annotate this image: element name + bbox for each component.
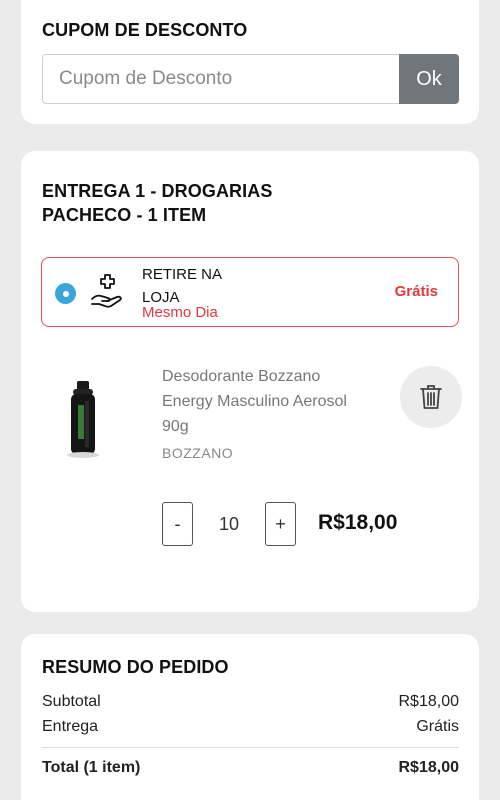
product-brand: BOZZANO bbox=[162, 445, 234, 461]
delivery-title: ENTREGA 1 - DROGARIAS PACHECO - 1 ITEM bbox=[42, 181, 273, 225]
pickup-price: Grátis bbox=[394, 283, 438, 300]
trash-icon bbox=[420, 385, 442, 409]
subtotal-value: R$18,00 bbox=[398, 693, 460, 710]
pickup-label: RETIRE NA LOJA bbox=[142, 266, 222, 306]
summary-row-total: Total (1 item) R$18,00 bbox=[42, 759, 459, 777]
product-image bbox=[67, 381, 99, 458]
coupon-title: CUPOM DE DESCONTO bbox=[42, 20, 248, 40]
coupon-ok-button[interactable]: Ok bbox=[399, 54, 459, 104]
delete-item-button[interactable] bbox=[400, 366, 462, 428]
delivery-card: ENTREGA 1 - DROGARIAS PACHECO - 1 ITEM R… bbox=[21, 151, 479, 612]
quantity-decrease-button[interactable]: - bbox=[162, 502, 193, 546]
product-name: Desodorante Bozzano Energy Masculino Aer… bbox=[162, 368, 347, 435]
pickup-option[interactable]: RETIRE NA LOJA Mesmo Dia Grátis bbox=[41, 257, 459, 327]
pickup-radio-selected[interactable] bbox=[55, 283, 76, 304]
subtotal-label: Subtotal bbox=[42, 693, 101, 710]
summary-row-subtotal: Subtotal R$18,00 bbox=[42, 693, 459, 711]
hand-with-cross-icon bbox=[91, 274, 122, 308]
delivery-value: Grátis bbox=[416, 718, 459, 735]
product-total-price: R$18,00 bbox=[318, 511, 398, 534]
quantity-stepper: - + bbox=[162, 502, 302, 546]
coupon-input[interactable] bbox=[42, 54, 400, 104]
total-label: Total (1 item) bbox=[42, 759, 141, 776]
total-value: R$18,00 bbox=[398, 759, 460, 776]
summary-row-delivery: Entrega Grátis bbox=[42, 718, 459, 736]
summary-divider bbox=[42, 747, 459, 748]
pickup-sublabel: Mesmo Dia bbox=[142, 304, 218, 321]
delivery-label: Entrega bbox=[42, 718, 99, 735]
order-summary-card: RESUMO DO PEDIDO Subtotal R$18,00 Entreg… bbox=[21, 634, 479, 800]
summary-title: RESUMO DO PEDIDO bbox=[42, 657, 229, 677]
quantity-increase-button[interactable]: + bbox=[265, 502, 296, 546]
quantity-input[interactable] bbox=[193, 502, 265, 546]
coupon-card: CUPOM DE DESCONTO Ok bbox=[21, 0, 479, 124]
